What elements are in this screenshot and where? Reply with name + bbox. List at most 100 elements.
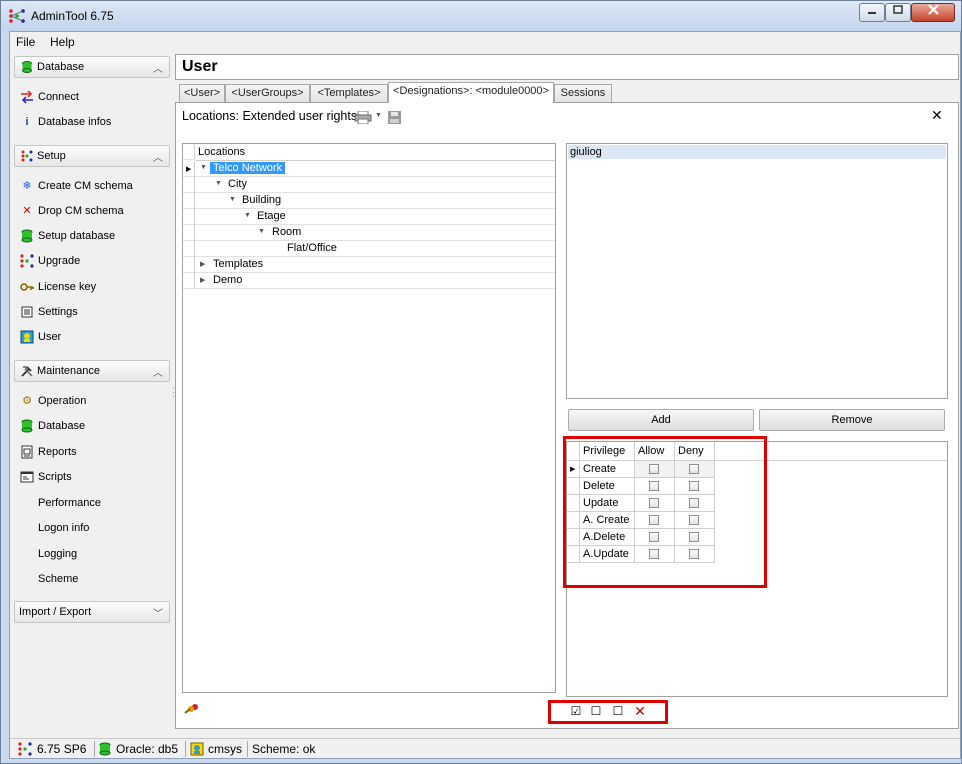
table-row[interactable]: Update [567, 495, 715, 512]
deny-checkbox[interactable] [689, 481, 699, 491]
row-header[interactable] [567, 529, 580, 546]
sidebar-item-database-infos[interactable]: i Database infos [18, 113, 168, 131]
collapse-arrow-icon[interactable]: ▼ [258, 228, 265, 235]
uncheck-all-icon[interactable]: ☐ [589, 705, 603, 719]
sidebar-group-maintenance[interactable]: Maintenance ︿ [14, 360, 170, 382]
row-header[interactable] [183, 273, 195, 289]
row-header[interactable] [183, 193, 195, 209]
expand-arrow-icon[interactable]: ▶ [200, 260, 205, 268]
sidebar-item-setup-database[interactable]: Setup database [18, 227, 168, 245]
sidebar-group-database[interactable]: Database ︿ [14, 56, 170, 78]
tree-row-demo[interactable]: ▶ Demo [195, 273, 555, 289]
column-header-allow[interactable]: Allow [635, 442, 675, 461]
list-item[interactable]: giuliog [568, 145, 946, 159]
collapse-arrow-icon[interactable]: ▼ [229, 196, 236, 203]
tree-row-flat-office[interactable]: Flat/Office [195, 241, 555, 257]
collapse-arrow-icon[interactable]: ▼ [200, 164, 207, 171]
tab-sessions[interactable]: Sessions [554, 84, 612, 102]
allow-checkbox[interactable] [649, 481, 659, 491]
maximize-button[interactable] [885, 3, 911, 22]
allow-checkbox[interactable] [649, 549, 659, 559]
row-header-corner [567, 442, 580, 461]
sidebar-item-maintenance-database[interactable]: Database [18, 417, 168, 435]
sidebar-item-performance[interactable]: Performance [18, 494, 168, 512]
tree-row-room[interactable]: ▼ Room [195, 225, 555, 241]
locations-column-header[interactable]: Locations [195, 144, 555, 161]
sidebar-item-connect[interactable]: Connect [18, 88, 168, 106]
save-disk-icon[interactable] [388, 111, 401, 124]
collapse-arrow-icon[interactable]: ▼ [244, 212, 251, 219]
sidebar-item-label: Upgrade [38, 255, 81, 267]
sidebar-group-setup[interactable]: Setup ︿ [14, 145, 170, 167]
deny-checkbox[interactable] [689, 549, 699, 559]
allow-checkbox[interactable] [649, 464, 659, 474]
table-row[interactable]: ▶ Create [567, 461, 715, 478]
sidebar-item-reports[interactable]: Reports [18, 443, 168, 461]
sidebar-item-scheme[interactable]: Scheme [18, 570, 168, 588]
privileges-grid[interactable]: Privilege Allow Deny ▶ Create Delete Upd… [566, 441, 948, 697]
users-list[interactable]: giuliog [566, 143, 948, 399]
row-header[interactable] [567, 546, 580, 563]
tree-row-city[interactable]: ▼ City [195, 177, 555, 193]
row-header[interactable] [567, 512, 580, 529]
tab-user[interactable]: <User> [179, 84, 225, 102]
keys-icon[interactable] [184, 703, 200, 715]
sidebar-item-scripts[interactable]: Scripts [18, 468, 168, 486]
table-row[interactable]: Delete [567, 478, 715, 495]
tree-row-building[interactable]: ▼ Building [195, 193, 555, 209]
allow-checkbox[interactable] [649, 532, 659, 542]
minimize-button[interactable] [859, 3, 885, 22]
row-header[interactable] [183, 257, 195, 273]
dropdown-caret-icon[interactable]: ▼ [375, 112, 382, 119]
row-header[interactable] [567, 478, 580, 495]
sidebar-item-upgrade[interactable]: Upgrade [18, 252, 168, 270]
check-all-icon[interactable]: ☑ [569, 705, 583, 719]
table-row[interactable]: A.Delete [567, 529, 715, 546]
panel-close-button[interactable]: ✕ [931, 107, 943, 124]
menu-file[interactable]: File [16, 35, 35, 49]
row-header[interactable]: ▶ [183, 161, 195, 177]
window-close-button[interactable] [911, 3, 955, 22]
row-header[interactable] [567, 495, 580, 512]
sidebar-item-license-key[interactable]: License key [18, 278, 168, 296]
tree-row-telco-network[interactable]: ▼ Telco Network [195, 161, 555, 177]
sidebar-item-logging[interactable]: Logging [18, 545, 168, 563]
deny-checkbox[interactable] [689, 515, 699, 525]
row-header[interactable] [183, 177, 195, 193]
row-header[interactable]: ▶ [567, 461, 580, 478]
locations-tree[interactable]: Locations ▶ ▼ Telco Network ▼ City ▼ Bui… [182, 143, 556, 693]
row-header[interactable] [183, 225, 195, 241]
deny-checkbox[interactable] [689, 498, 699, 508]
sidebar-item-drop-cm-schema[interactable]: ✕ Drop CM schema [18, 202, 168, 220]
sidebar-item-operation[interactable]: ⚙ Operation [18, 392, 168, 410]
add-button[interactable]: Add [568, 409, 754, 431]
row-header[interactable] [183, 241, 195, 257]
delete-icon[interactable]: ✕ [633, 704, 647, 719]
printer-icon[interactable] [354, 111, 372, 124]
sidebar-item-logon-info[interactable]: Logon info [18, 519, 168, 537]
tab-usergroups[interactable]: <UserGroups> [225, 84, 310, 102]
tree-row-templates[interactable]: ▶ Templates [195, 257, 555, 273]
collapse-arrow-icon[interactable]: ▼ [215, 180, 222, 187]
deny-checkbox[interactable] [689, 532, 699, 542]
tab-templates[interactable]: <Templates> [310, 84, 388, 102]
expand-arrow-icon[interactable]: ▶ [200, 276, 205, 284]
clear-selection-icon[interactable]: ☐ [611, 705, 625, 719]
sidebar-item-user[interactable]: User [18, 328, 168, 346]
remove-button[interactable]: Remove [759, 409, 945, 431]
allow-checkbox[interactable] [649, 498, 659, 508]
allow-checkbox[interactable] [649, 515, 659, 525]
deny-checkbox[interactable] [689, 464, 699, 474]
column-header-privilege[interactable]: Privilege [580, 442, 635, 461]
sidebar-item-settings[interactable]: Settings [18, 303, 168, 321]
tree-row-etage[interactable]: ▼ Etage [195, 209, 555, 225]
column-header-deny[interactable]: Deny [675, 442, 715, 461]
table-row[interactable]: A.Update [567, 546, 715, 563]
sidebar-item-create-cm-schema[interactable]: ❄ Create CM schema [18, 177, 168, 195]
table-row[interactable]: A. Create [567, 512, 715, 529]
sidebar-group-import-export[interactable]: Import / Export ﹀ [14, 601, 170, 623]
row-header[interactable] [183, 209, 195, 225]
menu-help[interactable]: Help [50, 35, 75, 49]
title-bar[interactable]: AdminTool 6.75 [1, 1, 961, 31]
tab-designations[interactable]: <Designations>: <module0000> [388, 82, 554, 103]
